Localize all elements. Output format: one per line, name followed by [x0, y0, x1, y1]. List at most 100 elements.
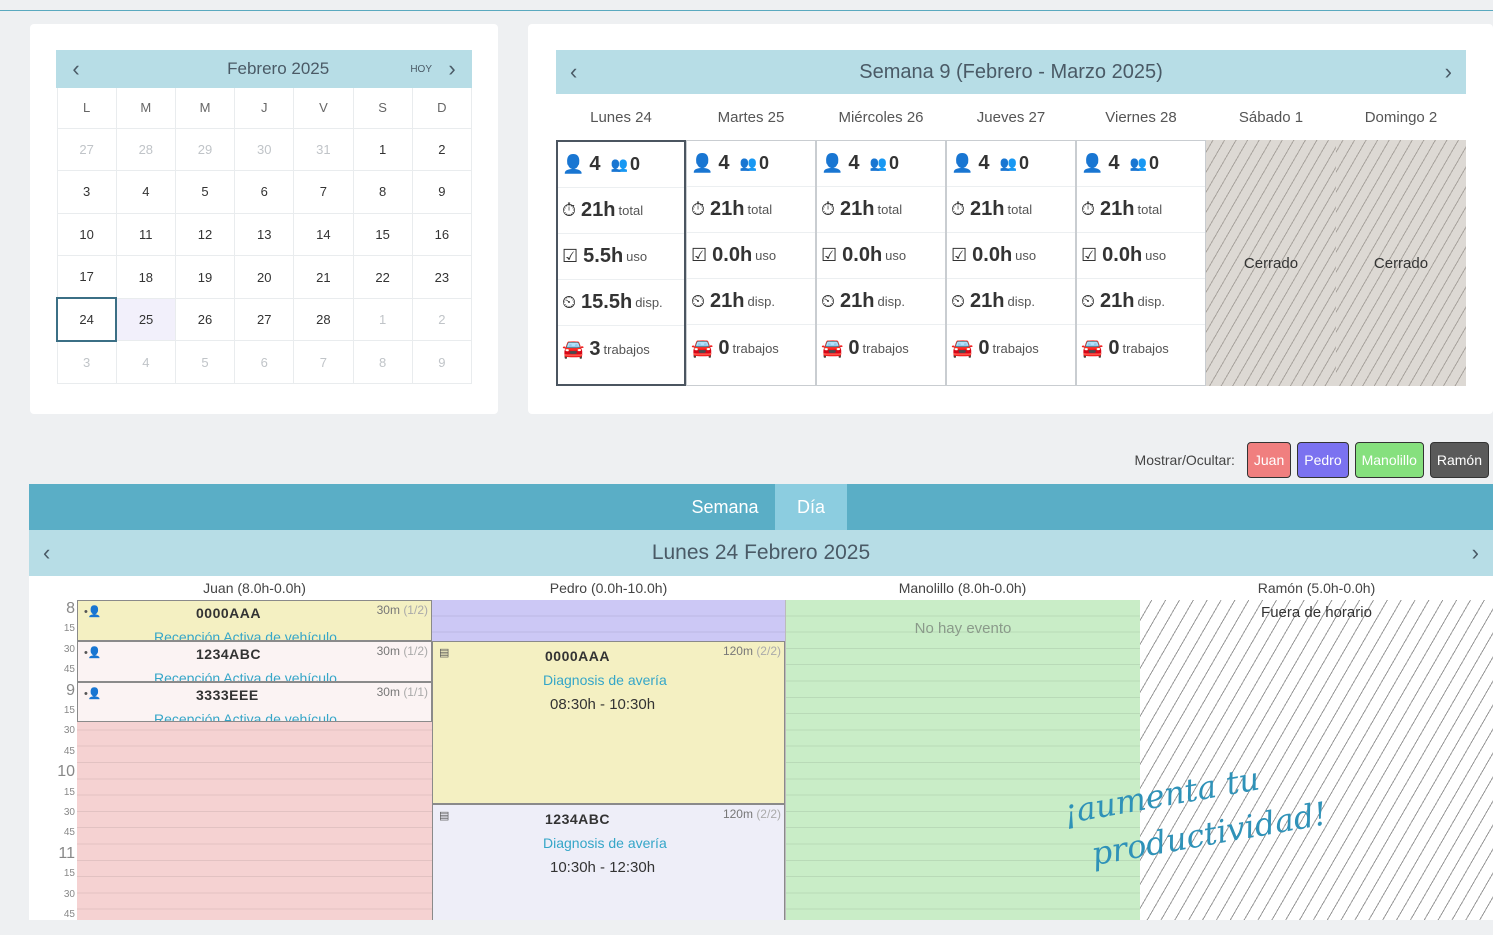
- week-day-summary[interactable]: 👤 4 👥 0 ⏱ 21h total ☑ 5.5h uso ⏲ 15.5h disp. 🚘 3 trabaj…: [556, 140, 686, 386]
- mini-calendar-day[interactable]: 12: [174, 212, 236, 257]
- mini-next-month-button[interactable]: ›: [442, 56, 462, 82]
- mini-calendar-day[interactable]: 7: [293, 170, 354, 214]
- job-card[interactable]: ▤ 1234ABC 120m (2/2) Diagnosis de avería 10:…: [432, 804, 785, 920]
- mini-calendar-day[interactable]: 28: [293, 297, 354, 342]
- week-day-header: Viernes 28: [1105, 108, 1177, 126]
- mini-calendar-day[interactable]: 7: [293, 340, 354, 385]
- jobs-count-label: trabajos: [732, 340, 779, 356]
- mini-calendar-day[interactable]: 2: [411, 297, 473, 342]
- reception-icon: •👤: [84, 687, 102, 700]
- today-button[interactable]: HOY: [410, 64, 432, 75]
- show-hide-label: Mostrar/Ocultar:: [1134, 452, 1235, 468]
- week-day-summary[interactable]: 👤 4 👥 0 ⏱ 21h total ☑ 0.0h uso ⏲ 21h disp. 🚘 0 trabajos: [1076, 140, 1206, 386]
- appointment-card[interactable]: •👤 1234ABC 30m (1/2) Recepción Activa de ve…: [77, 640, 432, 682]
- week-day-header: Lunes 24: [590, 108, 652, 126]
- mini-calendar-card: ‹ Febrero 2025 HOY › LMMJVSD 27 28 29 30 31 1…: [30, 24, 498, 414]
- mini-calendar-day[interactable]: 4: [115, 340, 176, 385]
- mini-calendar-day[interactable]: 16: [411, 212, 473, 257]
- mini-calendar-day[interactable]: 17: [56, 255, 117, 299]
- filter-chip-manolillo[interactable]: Manolillo: [1354, 442, 1424, 478]
- mini-calendar-day[interactable]: 4: [115, 170, 176, 214]
- task-description: Diagnosis de avería: [543, 835, 667, 851]
- mini-calendar-day[interactable]: 21: [293, 255, 354, 299]
- available-hours-row: ⏲ 21h disp.: [817, 279, 945, 325]
- used-hours-row: ☑ 5.5h uso: [558, 234, 684, 280]
- calendar-check-icon: ☑: [691, 245, 708, 265]
- mini-calendar-day[interactable]: 31: [293, 127, 354, 172]
- mini-calendar-day[interactable]: 6: [234, 340, 295, 385]
- mini-calendar-day[interactable]: 27: [234, 297, 295, 342]
- mini-calendar-day[interactable]: 2: [411, 127, 473, 172]
- filter-chip-ramon[interactable]: Ramón: [1429, 442, 1489, 478]
- jobs-count: 0: [978, 336, 990, 359]
- mini-calendar-day[interactable]: 5: [174, 170, 236, 214]
- clock-icon: ⏱: [821, 199, 836, 219]
- mini-calendar-day[interactable]: 18: [115, 255, 176, 299]
- mini-calendar-day[interactable]: 9: [411, 340, 473, 385]
- filter-chip-pedro[interactable]: Pedro: [1297, 442, 1349, 478]
- week-day-summary[interactable]: 👤 4 👥 0 ⏱ 21h total ☑ 0.0h uso ⏲ 21h disp. 🚘 0 trabajos: [946, 140, 1076, 386]
- used-hours-label: uso: [885, 248, 907, 263]
- job-card[interactable]: ▤ 0000AAA 120m (2/2) Diagnosis de avería 08:…: [432, 640, 785, 804]
- mini-calendar-day[interactable]: 28: [115, 127, 176, 172]
- next-day-button[interactable]: ›: [1472, 540, 1479, 566]
- available-hours-row: ⏲ 21h disp.: [687, 279, 815, 325]
- mini-calendar-day[interactable]: 15: [352, 212, 413, 257]
- tab-day[interactable]: Día: [775, 484, 847, 530]
- mini-calendar-day[interactable]: 14: [293, 212, 354, 257]
- mini-calendar-day[interactable]: 25: [115, 297, 176, 342]
- column-header-pedro: Pedro (0.0h-10.0h): [549, 580, 668, 596]
- week-day-summary[interactable]: 👤 4 👥 0 ⏱ 21h total ☑ 0.0h uso ⏲ 21h disp. 🚘 0 trabajos: [816, 140, 946, 386]
- closed-day: Cerrado: [1206, 140, 1336, 386]
- mini-calendar-day[interactable]: 3: [56, 340, 117, 385]
- quarter-label: 45: [63, 745, 75, 757]
- mini-calendar-day[interactable]: 10: [56, 212, 117, 257]
- mini-calendar-day[interactable]: 5: [174, 340, 236, 385]
- absent-count: 0: [629, 154, 640, 174]
- mini-calendar-day[interactable]: 24: [55, 297, 118, 342]
- mini-calendar-day[interactable]: 1: [352, 297, 413, 342]
- available-hours: 21h: [710, 290, 745, 312]
- mini-calendar-day[interactable]: 8: [352, 170, 413, 214]
- prev-week-button[interactable]: ‹: [570, 59, 577, 85]
- appointment-card[interactable]: •👤 0000AAA 30m (1/2) Recepción Activa de ve…: [77, 600, 432, 641]
- mini-calendar-day[interactable]: 13: [234, 212, 295, 257]
- week-summary: ‹ Semana 9 (Febrero - Marzo 2025) › Lune…: [556, 50, 1466, 386]
- vehicle-plate: 1234ABC: [196, 645, 261, 662]
- quarter-label: 15: [63, 623, 75, 635]
- mini-calendar-day[interactable]: 22: [352, 255, 413, 299]
- prev-day-button[interactable]: ‹: [43, 540, 50, 566]
- mini-calendar-day[interactable]: 27: [56, 127, 117, 172]
- mini-prev-month-button[interactable]: ‹: [66, 56, 86, 82]
- mini-calendar-day[interactable]: 8: [352, 340, 413, 385]
- mini-calendar-day[interactable]: 6: [234, 170, 295, 214]
- tab-week[interactable]: Semana: [675, 484, 775, 530]
- mini-calendar-day[interactable]: 11: [115, 212, 176, 257]
- mini-calendar-day[interactable]: 9: [411, 170, 473, 214]
- mini-calendar-day[interactable]: 26: [174, 297, 236, 342]
- clock-icon: ⏱: [951, 199, 966, 219]
- next-week-button[interactable]: ›: [1445, 59, 1452, 85]
- used-hours: 0.0h: [712, 244, 753, 266]
- staff-absent-icon: 👥: [869, 155, 887, 171]
- show-hide-filter: Mostrar/Ocultar: Juan Pedro Manolillo Ramón: [1135, 442, 1489, 478]
- mini-calendar-day[interactable]: 19: [174, 255, 236, 299]
- column-pedro[interactable]: ▤ 0000AAA 120m (2/2) Diagnosis de avería 08:…: [432, 600, 785, 920]
- mini-calendar-day[interactable]: 23: [411, 255, 473, 299]
- filter-chip-juan[interactable]: Juan: [1246, 442, 1292, 478]
- total-hours-row: ⏱ 21h total: [947, 187, 1075, 233]
- appointment-card[interactable]: •👤 3333EEE 30m (1/1) Recepción Activa de ve…: [77, 681, 432, 723]
- duration: 30m (1/1): [376, 684, 428, 699]
- mini-calendar-day[interactable]: 3: [56, 170, 117, 214]
- quarter-label: 30: [63, 807, 75, 818]
- column-juan[interactable]: •👤 0000AAA 30m (1/2) Recepción Activa de ve…: [77, 600, 432, 920]
- used-hours-label: uso: [755, 248, 777, 263]
- week-day-summary[interactable]: 👤 4 👥 0 ⏱ 21h total ☑ 0.0h uso ⏲ 21h disp. 🚘 0 trabajos: [686, 140, 816, 386]
- available-hours: 21h: [1100, 290, 1135, 312]
- mini-calendar-day[interactable]: 29: [174, 127, 236, 172]
- jobs-count-label: trabajos: [862, 340, 909, 356]
- mini-calendar-day[interactable]: 20: [234, 255, 295, 299]
- mini-calendar-day[interactable]: 30: [234, 127, 295, 172]
- used-hours-row: ☑ 0.0h uso: [817, 233, 945, 279]
- mini-calendar-day[interactable]: 1: [352, 127, 413, 172]
